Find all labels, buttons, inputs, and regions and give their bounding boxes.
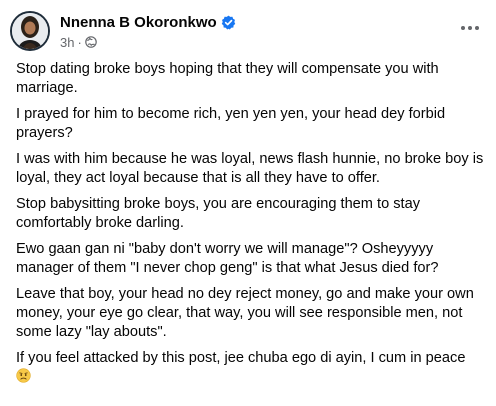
meta-separator: · xyxy=(77,34,82,50)
post-paragraph-last: If you feel attacked by this post, jee c… xyxy=(16,349,484,387)
post-body: Stop dating broke boys hoping that they … xyxy=(16,60,484,394)
post-paragraph: Ewo gaan gan ni "baby don't worry we wil… xyxy=(16,241,439,276)
globe-icon[interactable] xyxy=(85,36,97,48)
author-name[interactable]: Nnenna B Okoronkwo xyxy=(60,14,217,31)
author-avatar[interactable] xyxy=(10,11,50,51)
post-timestamp[interactable]: 3h xyxy=(60,35,74,50)
post-paragraph: Stop dating broke boys hoping that they … xyxy=(16,61,439,96)
avatar-photo xyxy=(12,13,48,49)
post-meta: 3h · xyxy=(60,34,97,50)
post-paragraph: I was with him because he was loyal, new… xyxy=(16,151,484,186)
post-paragraph-text: If you feel attacked by this post, jee c… xyxy=(16,350,466,366)
post-paragraph: Leave that boy, your head no dey reject … xyxy=(16,286,474,340)
more-dot xyxy=(468,26,472,30)
author-row: Nnenna B Okoronkwo xyxy=(60,12,236,32)
post-paragraph: I prayed for him to become rich, yen yen… xyxy=(16,106,446,141)
post-header: Nnenna B Okoronkwo 3h · xyxy=(10,8,486,54)
more-options-button[interactable] xyxy=(456,18,484,38)
facebook-post: Nnenna B Okoronkwo 3h · Stop dating brok… xyxy=(0,0,496,406)
verified-badge-icon xyxy=(221,15,236,30)
more-dot xyxy=(475,26,479,30)
post-paragraph: Stop babysitting broke boys, you are enc… xyxy=(16,196,421,231)
worried-face-emoji-icon xyxy=(16,368,31,383)
more-dot xyxy=(461,26,465,30)
